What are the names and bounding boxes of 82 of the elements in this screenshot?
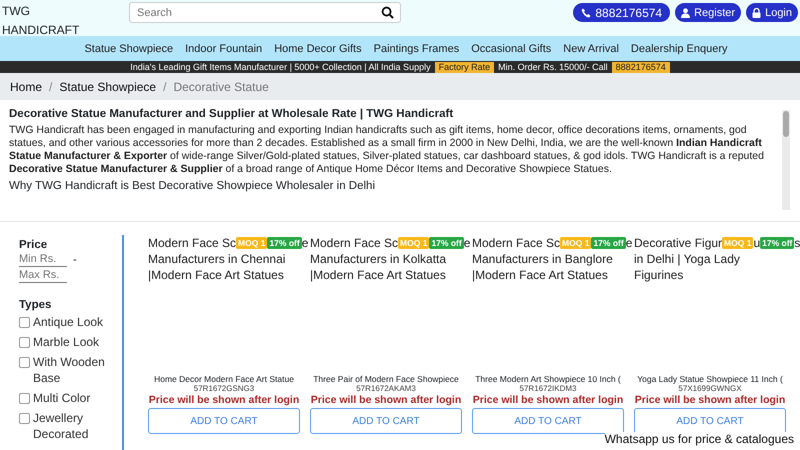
filter-title: Price: [19, 239, 48, 251]
product-title-text[interactable]: u: [753, 235, 760, 251]
add-to-cart-button[interactable]: ADD TO CART: [634, 408, 786, 434]
lock-icon: [752, 8, 762, 18]
search-field[interactable]: Search: [129, 2, 401, 23]
product-title-text[interactable]: Modern Face Sc: [310, 235, 398, 251]
login-button[interactable]: Login: [746, 3, 798, 22]
product-title[interactable]: in Delhi | Yoga Lady Figurines: [634, 251, 786, 283]
product-code: 57X1699GWNGX: [678, 384, 742, 393]
discount-badge: 17% off: [267, 237, 302, 249]
filter-title: Types: [19, 299, 52, 311]
checkbox-label[interactable]: Antique Look: [33, 314, 113, 330]
factory-rate-badge: Factory Rate: [434, 62, 494, 72]
product-title[interactable]: Manufacturers in Kolkatta |Modern Face Art Statues: [310, 251, 462, 283]
moq-badge: MOQ 1: [236, 237, 268, 249]
product-code: 57R1672IKDM3: [520, 384, 576, 393]
phone-icon: [581, 8, 592, 18]
checkbox-label[interactable]: Multi Color: [33, 390, 113, 406]
product-code: 57R1672GSNG3: [194, 384, 254, 393]
moq-badge: MOQ 1: [398, 237, 430, 249]
product-title-text[interactable]: e: [302, 235, 308, 251]
add-to-cart-button[interactable]: ADD TO CART: [310, 408, 462, 434]
add-to-cart-button[interactable]: ADD TO CART: [472, 408, 624, 434]
product-name: Three Pair of Modern Face Showpiece: [313, 374, 459, 384]
checkbox-label[interactable]: With Wooden Base: [33, 354, 113, 386]
product-title[interactable]: Manufacturers in Chennai |Modern Face Art Statues: [148, 251, 300, 283]
checkbox-label[interactable]: Jewellery Decorated: [33, 410, 113, 442]
moq-badge: MOQ 1: [560, 237, 592, 249]
nav-link[interactable]: Indoor Fountain: [185, 42, 262, 54]
nav-link[interactable]: Paintings Frames: [374, 42, 460, 54]
logo-text[interactable]: TWG HANDICRAFT: [2, 2, 84, 40]
min-price-field[interactable]: Min Rs.: [19, 252, 67, 267]
product-name: Yoga Lady Statue Showpiece 11 Inch (: [637, 374, 783, 384]
price-notice: Price will be shown after login: [310, 394, 462, 406]
checkbox-label[interactable]: Marble Look: [33, 334, 113, 350]
nav-link[interactable]: Dealership Enquery: [630, 42, 728, 54]
product-code: 57R1672AKAM3: [356, 384, 416, 393]
breadcrumb-link[interactable]: Home: [10, 80, 42, 94]
product-title-text[interactable]: e: [464, 235, 470, 251]
breadcrumb-link[interactable]: Statue Showpiece: [59, 80, 156, 94]
checkbox[interactable]: [19, 357, 30, 368]
price-notice: Price will be shown after login: [634, 394, 786, 406]
product-title-text[interactable]: e: [626, 235, 632, 251]
price-notice: Price will be shown after login: [148, 394, 300, 406]
nav-link[interactable]: New Arrival: [563, 42, 619, 54]
whatsapp-link[interactable]: Whatsapp us for price & catalogues: [604, 432, 794, 446]
price-notice: Price will be shown after login: [472, 394, 624, 406]
discount-badge: 17% off: [760, 237, 794, 249]
product-name: Home Decor Modern Face Art Statue: [154, 374, 294, 384]
scrollbar[interactable]: [782, 110, 790, 210]
person-icon: [681, 8, 690, 18]
phone-badge: 8882176574: [612, 62, 670, 72]
description-subtitle: Why TWG Handicraft is Best Decorative Showpiece Wholesaler in Delhi: [9, 180, 376, 192]
breadcrumb-separator: /: [163, 80, 166, 94]
nav-link[interactable]: Home Decor Gifts: [274, 42, 362, 54]
moq-badge: MOQ 1: [722, 237, 754, 249]
nav-link[interactable]: Occasional Gifts: [471, 42, 552, 54]
min-order-text: Min. Order Rs. 15000/- Call: [498, 62, 608, 72]
discount-badge: 17% off: [591, 237, 626, 249]
product-title[interactable]: Manufacturers in Banglore |Modern Face Art Statues: [472, 251, 624, 283]
description-paragraph: TWG Handicraft has been engaged in manufacturing and exporting Indian handicrafts such as gift items, home decor, office decorations items, ornaments, god statues, and other various accessories for more than 2 decades. Established as a small firm in 2000 in New Delhi, India, we are the well-known Indian Handicraft Statue Manufacturer & Exporter of wide-range Silver/Gold-plated statues, Silver-plated statues, car dashboard statues, & god idols. TWG Handicraft is a reputed Decorative Statue Manufacturer & Supplier of a broad range of Antique Home Décor Items and Decorative Showpiece Statues.: [9, 124, 765, 176]
phone-button[interactable]: 8882176574: [573, 3, 670, 22]
product-title-text[interactable]: Decorative Figur: [634, 235, 722, 251]
max-price-field[interactable]: Max Rs.: [19, 268, 67, 283]
product-title-text[interactable]: Modern Face Sc: [472, 235, 560, 251]
checkbox[interactable]: [19, 317, 30, 328]
register-button[interactable]: Register: [675, 3, 742, 22]
range-separator: -: [73, 254, 77, 266]
add-to-cart-button[interactable]: ADD TO CART: [148, 408, 300, 434]
nav-link[interactable]: Statue Showpiece: [84, 42, 174, 54]
checkbox[interactable]: [19, 413, 30, 424]
checkbox[interactable]: [19, 393, 30, 404]
product-title-text[interactable]: s: [794, 235, 800, 251]
product-title-text[interactable]: Modern Face Sc: [148, 235, 236, 251]
banner-text: India's Leading Gift Items Manufacturer | 5000+ Collection | All India Supply: [130, 62, 431, 72]
search-icon[interactable]: [381, 6, 394, 19]
product-name: Three Modern Art Showpiece 10 Inch (: [475, 374, 621, 384]
discount-badge: 17% off: [429, 237, 464, 249]
checkbox[interactable]: [19, 337, 30, 348]
breadcrumb-link[interactable]: Decorative Statue: [173, 80, 269, 94]
breadcrumb-separator: /: [49, 80, 52, 94]
description-title: Decorative Statue Manufacturer and Supplier at Wholesale Rate | TWG Handicraft: [9, 108, 454, 120]
